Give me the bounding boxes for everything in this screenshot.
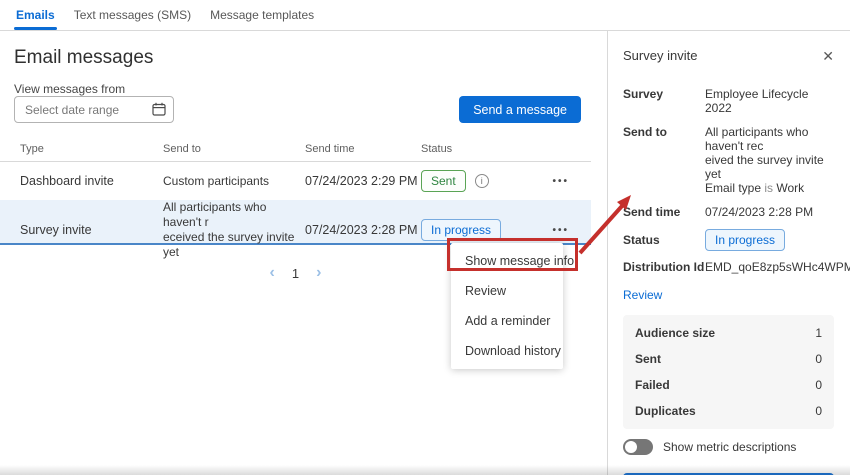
page-number[interactable]: 1: [292, 266, 299, 281]
row-actions-context-menu: Show message info Review Add a reminder …: [451, 243, 563, 369]
send-to-line2: eceived the survey invite yet: [163, 230, 295, 260]
previous-page-chevron-icon[interactable]: ‹: [270, 265, 275, 281]
header-type: Type: [20, 143, 163, 155]
survey-label: Survey: [623, 87, 705, 115]
metric-descriptions-toggle-row: Show metric descriptions: [623, 439, 834, 455]
cell-send-time: 07/24/2023 2:29 PM: [305, 174, 421, 188]
message-info-panel: Survey invite ✕ Survey Employee Lifecycl…: [607, 31, 850, 475]
metric-value: 1: [815, 326, 822, 340]
messages-table-header: Type Send to Send time Status: [0, 136, 591, 162]
field-survey: Survey Employee Lifecycle 2022: [623, 87, 834, 115]
next-page-chevron-icon[interactable]: ›: [316, 265, 321, 281]
field-status: Status In progress: [623, 229, 834, 251]
table-row-survey-invite-selected[interactable]: Survey invite All participants who haven…: [0, 200, 591, 245]
cell-send-time: 07/24/2023 2:28 PM: [305, 223, 421, 237]
info-icon[interactable]: i: [475, 174, 489, 188]
send-to-value: All participants who haven't rec eived t…: [705, 125, 834, 195]
menu-item-add-a-reminder[interactable]: Add a reminder: [451, 306, 563, 336]
top-tab-bar: Emails Text messages (SMS) Message templ…: [0, 0, 850, 31]
metrics-box: Audience size 1 Sent 0 Failed 0 Duplicat…: [623, 315, 834, 429]
send-a-message-button[interactable]: Send a message: [459, 96, 581, 123]
distribution-id-label: Distribution Id: [623, 260, 705, 274]
tab-emails[interactable]: Emails: [14, 0, 57, 30]
metric-label: Failed: [635, 378, 670, 392]
metric-duplicates: Duplicates 0: [635, 398, 822, 424]
row-actions-ellipsis-icon[interactable]: •••: [552, 176, 569, 187]
metric-sent: Sent 0: [635, 346, 822, 372]
send-to-line2: eived the survey invite yet: [705, 153, 834, 181]
toggle-knob: [625, 441, 637, 453]
date-range-field: [14, 96, 174, 123]
field-send-time: Send time 07/24/2023 2:28 PM: [623, 205, 834, 219]
table-row-dashboard-invite[interactable]: Dashboard invite Custom participants 07/…: [0, 162, 591, 200]
email-type-line: Email type is Work: [705, 181, 834, 195]
header-status: Status: [421, 143, 541, 155]
cell-type: Dashboard invite: [20, 174, 163, 188]
field-distribution-id: Distribution Id EMD_qoE8zp5sWHc4WPM: [623, 260, 834, 274]
send-to-line1: All participants who haven't r: [163, 200, 295, 230]
distribution-id-value: EMD_qoE8zp5sWHc4WPM: [705, 260, 850, 274]
tab-text-messages-sms[interactable]: Text messages (SMS): [72, 0, 193, 30]
status-badge-in-progress: In progress: [705, 229, 785, 251]
cell-send-to: Custom participants: [163, 174, 305, 189]
metric-label: Audience size: [635, 326, 715, 340]
review-link[interactable]: Review: [623, 288, 662, 302]
messages-table: Type Send to Send time Status Dashboard …: [0, 136, 591, 245]
panel-title: Survey invite: [623, 48, 697, 63]
status-badge-in-progress: In progress: [421, 219, 501, 241]
menu-item-download-history[interactable]: Download history: [451, 336, 563, 366]
cell-type: Survey invite: [20, 223, 163, 237]
date-range-input[interactable]: [14, 96, 174, 123]
metric-value: 0: [815, 378, 822, 392]
metric-failed: Failed 0: [635, 372, 822, 398]
status-label: Status: [623, 233, 705, 247]
metric-value: 0: [815, 352, 822, 366]
toggle-label: Show metric descriptions: [663, 440, 796, 454]
send-time-label: Send time: [623, 205, 705, 219]
menu-item-show-message-info[interactable]: Show message info: [451, 246, 563, 276]
cell-status: In progress: [421, 219, 541, 241]
status-badge-sent: Sent: [421, 170, 466, 192]
cell-send-to: All participants who haven't r eceived t…: [163, 200, 305, 260]
view-messages-from-label: View messages from: [14, 82, 125, 96]
email-type-is: is: [764, 181, 773, 195]
cell-status: Sent i: [421, 170, 541, 192]
survey-value: Employee Lifecycle 2022: [705, 87, 834, 115]
email-distribution-page: Emails Text messages (SMS) Message templ…: [0, 0, 850, 475]
row-actions-ellipsis-icon[interactable]: •••: [552, 225, 569, 236]
metric-label: Sent: [635, 352, 661, 366]
header-send-to: Send to: [163, 143, 305, 155]
header-send-time: Send time: [305, 143, 421, 155]
email-type-text: Email type: [705, 181, 761, 195]
page-title: Email messages: [14, 47, 153, 69]
show-metric-descriptions-toggle[interactable]: [623, 439, 653, 455]
close-icon[interactable]: ✕: [822, 49, 834, 63]
metric-audience-size: Audience size 1: [635, 320, 822, 346]
field-send-to: Send to All participants who haven't rec…: [623, 125, 834, 195]
send-to-line1: All participants who haven't rec: [705, 125, 834, 153]
send-time-value: 07/24/2023 2:28 PM: [705, 205, 813, 219]
tab-message-templates[interactable]: Message templates: [208, 0, 316, 30]
email-type-value: Work: [776, 181, 804, 195]
send-to-label: Send to: [623, 125, 705, 195]
metric-label: Duplicates: [635, 404, 696, 418]
metric-value: 0: [815, 404, 822, 418]
menu-item-review[interactable]: Review: [451, 276, 563, 306]
